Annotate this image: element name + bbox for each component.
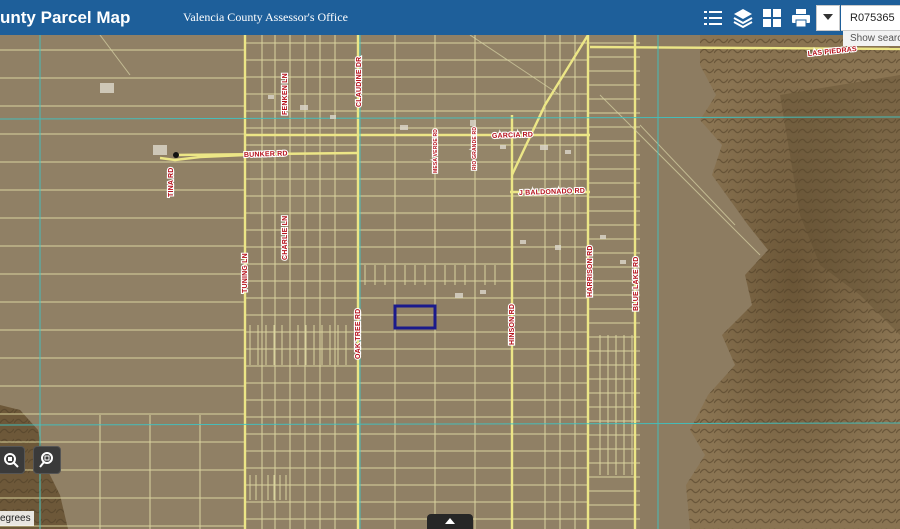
print-icon[interactable] <box>790 7 812 29</box>
road-label-small-2: RIO GRANDE RD <box>472 127 478 170</box>
chevron-up-icon <box>445 518 455 524</box>
legend-list-icon[interactable] <box>702 7 724 29</box>
identify-tool-icon <box>4 453 19 468</box>
aerial-map[interactable]: LAS PIEDRAS FENKEN LN CLAUDINE DR GARCIA… <box>0 35 900 529</box>
expand-panel-tab[interactable] <box>427 514 473 529</box>
chevron-down-icon <box>823 14 833 20</box>
road-label-charlie-ln: CHARLIE LN <box>282 216 289 260</box>
map-view[interactable]: LAS PIEDRAS FENKEN LN CLAUDINE DR GARCIA… <box>0 35 900 529</box>
layers-icon[interactable] <box>732 7 754 29</box>
road-label-harrison-rd: HARRISON RD <box>587 245 594 297</box>
app-header: unty Parcel Map Valencia County Assessor… <box>0 0 900 35</box>
road-label-tina-rd: TINA RD <box>168 167 175 197</box>
road-label-claudine-dr: CLAUDINE DR <box>356 57 363 107</box>
road-label-garcia-rd: GARCIA RD <box>492 132 533 140</box>
search-zoom-icon <box>39 452 53 468</box>
scale-label: egrees <box>0 511 34 526</box>
identify-tool-button[interactable] <box>0 446 25 474</box>
search-source-dropdown[interactable] <box>816 5 840 31</box>
app-title: unty Parcel Map <box>0 8 131 27</box>
road-label-blue-lake-rd: BLUE LAKE RD <box>633 256 640 311</box>
road-label-hinson-rd: HINSON RD <box>509 304 516 345</box>
road-label-oak-tree-rd: OAK TREE RD <box>355 309 362 359</box>
search-zoom-button[interactable] <box>33 446 61 474</box>
app-subtitle: Valencia County Assessor's Office <box>183 10 348 24</box>
road-label-small-1: MESA VERDE RD <box>433 129 439 173</box>
show-search-link[interactable]: Show search <box>843 31 900 46</box>
road-label-tuning-ln: TUNING LN <box>242 253 249 293</box>
search-input[interactable] <box>841 5 900 31</box>
road-label-fenken-ln: FENKEN LN <box>282 73 289 115</box>
basemap-grid-icon[interactable] <box>761 7 783 29</box>
